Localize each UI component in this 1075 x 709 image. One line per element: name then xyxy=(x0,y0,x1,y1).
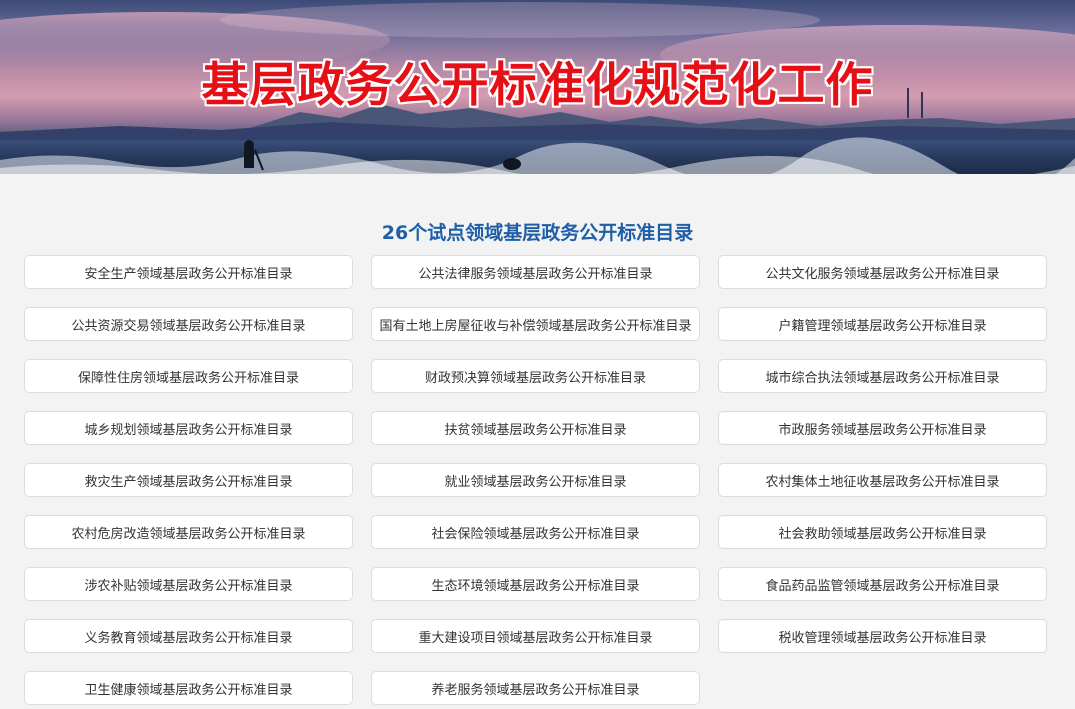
catalog-link[interactable]: 义务教育领域基层政务公开标准目录 xyxy=(24,619,353,653)
catalog-link[interactable]: 农村危房改造领域基层政务公开标准目录 xyxy=(24,515,353,549)
catalog-link[interactable]: 户籍管理领域基层政务公开标准目录 xyxy=(718,307,1047,341)
catalog-link[interactable]: 养老服务领域基层政务公开标准目录 xyxy=(371,671,700,705)
catalog-link[interactable]: 扶贫领域基层政务公开标准目录 xyxy=(371,411,700,445)
catalog-link[interactable]: 财政预决算领域基层政务公开标准目录 xyxy=(371,359,700,393)
catalog-link[interactable]: 就业领域基层政务公开标准目录 xyxy=(371,463,700,497)
header-banner: 基层政务公开标准化规范化工作 xyxy=(0,0,1075,174)
catalog-section: 26个试点领域基层政务公开标准目录 安全生产领域基层政务公开标准目录 公共法律服… xyxy=(0,174,1075,709)
banner-title: 基层政务公开标准化规范化工作 xyxy=(201,58,874,113)
catalog-link[interactable]: 税收管理领域基层政务公开标准目录 xyxy=(718,619,1047,653)
catalog-link[interactable]: 生态环境领域基层政务公开标准目录 xyxy=(371,567,700,601)
catalog-link[interactable]: 公共法律服务领域基层政务公开标准目录 xyxy=(371,255,700,289)
catalog-link[interactable]: 保障性住房领域基层政务公开标准目录 xyxy=(24,359,353,393)
catalog-link[interactable]: 市政服务领域基层政务公开标准目录 xyxy=(718,411,1047,445)
catalog-link[interactable]: 涉农补贴领域基层政务公开标准目录 xyxy=(24,567,353,601)
catalog-link[interactable]: 社会保险领域基层政务公开标准目录 xyxy=(371,515,700,549)
catalog-link[interactable]: 农村集体土地征收基层政务公开标准目录 xyxy=(718,463,1047,497)
catalog-link[interactable]: 救灾生产领域基层政务公开标准目录 xyxy=(24,463,353,497)
catalog-grid: 安全生产领域基层政务公开标准目录 公共法律服务领域基层政务公开标准目录 公共文化… xyxy=(24,255,1048,705)
catalog-link[interactable]: 食品药品监管领域基层政务公开标准目录 xyxy=(718,567,1047,601)
catalog-link[interactable]: 国有土地上房屋征收与补偿领域基层政务公开标准目录 xyxy=(371,307,700,341)
catalog-link[interactable]: 城乡规划领域基层政务公开标准目录 xyxy=(24,411,353,445)
catalog-link[interactable]: 公共资源交易领域基层政务公开标准目录 xyxy=(24,307,353,341)
catalog-link[interactable]: 城市综合执法领域基层政务公开标准目录 xyxy=(718,359,1047,393)
catalog-link[interactable]: 卫生健康领域基层政务公开标准目录 xyxy=(24,671,353,705)
section-title: 26个试点领域基层政务公开标准目录 xyxy=(381,222,694,244)
catalog-link[interactable]: 安全生产领域基层政务公开标准目录 xyxy=(24,255,353,289)
catalog-link[interactable]: 社会救助领域基层政务公开标准目录 xyxy=(718,515,1047,549)
catalog-link[interactable]: 公共文化服务领域基层政务公开标准目录 xyxy=(718,255,1047,289)
catalog-link[interactable]: 重大建设项目领域基层政务公开标准目录 xyxy=(371,619,700,653)
